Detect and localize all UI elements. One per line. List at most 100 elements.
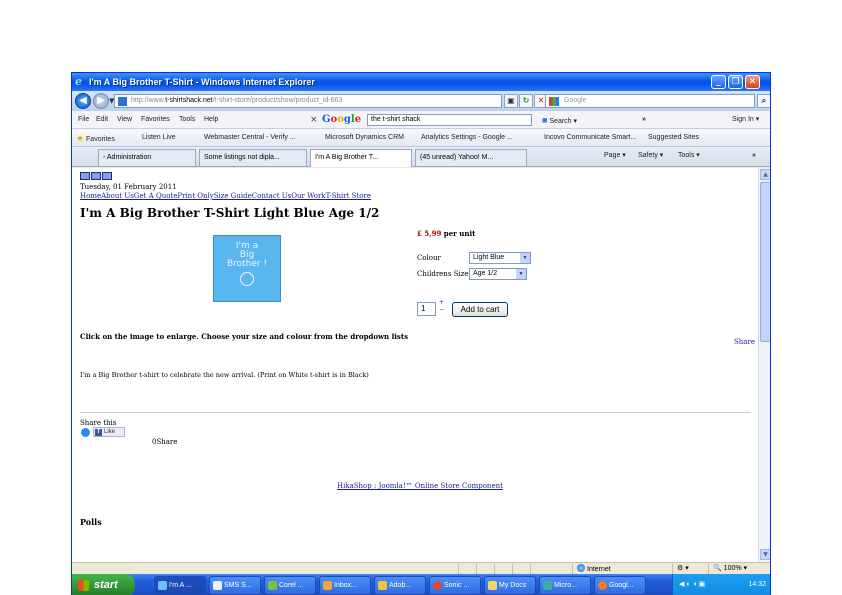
close-button[interactable]: ✕ <box>745 75 760 89</box>
favorite-listen-live[interactable]: Listen Live <box>142 129 175 147</box>
url-field[interactable]: http://www.t-shirtshack.net/t-shirt-stor… <box>114 94 502 108</box>
internet-globe-icon <box>577 564 585 572</box>
google-search-button[interactable]: ■ Search ▾ <box>542 111 577 131</box>
search-icon[interactable]: ⌕ <box>757 94 770 108</box>
nav-contact-us[interactable]: Contact Us <box>252 192 292 200</box>
text-size-large-icon[interactable] <box>102 172 112 180</box>
search-input[interactable]: Google <box>545 94 755 108</box>
url-scheme: http://www. <box>131 97 166 104</box>
title-bar[interactable]: e I'm A Big Brother T-Shirt - Windows In… <box>72 73 770 91</box>
taskbar-item-label: Micro... <box>554 582 577 589</box>
decrement-icon[interactable]: − <box>439 306 444 313</box>
nav-our-work[interactable]: Our Work <box>291 192 325 200</box>
google-toolbar-close-icon[interactable]: × <box>310 113 318 127</box>
inbox-icon <box>323 581 332 590</box>
nav-print-only[interactable]: Print Only <box>177 192 213 200</box>
nav-t-shirt-store[interactable]: T-Shirt Store <box>326 192 371 200</box>
back-button[interactable]: ◀ <box>75 93 91 109</box>
zoom-control[interactable]: 🔍 100% ▾ <box>708 564 770 574</box>
favorite-incovo[interactable]: Incovo Communicate Smart... <box>544 129 636 147</box>
menu-edit[interactable]: Edit <box>96 111 108 129</box>
favorite-dynamics-crm[interactable]: Microsoft Dynamics CRM <box>325 129 404 147</box>
sign-in-button[interactable]: Sign In ▾ <box>732 111 759 129</box>
taskbar-item-google[interactable]: Googl... <box>594 576 646 595</box>
menu-view[interactable]: View <box>117 111 132 129</box>
menu-bar: File Edit View Favorites Tools Help × Go… <box>72 111 770 129</box>
tab-big-brother[interactable]: I'm A Big Brother T... <box>310 149 412 167</box>
taskbar-item-sms[interactable]: SMS S... <box>209 576 261 595</box>
menu-tools[interactable]: Tools <box>179 111 195 129</box>
tab-bar: - Administration Some listings not dipla… <box>72 147 770 167</box>
command-page[interactable]: Page ▾ <box>604 147 626 165</box>
minimize-button[interactable]: _ <box>711 75 726 89</box>
search-placeholder: Google <box>564 97 587 104</box>
taskbar-item-ie[interactable]: I'm A ... <box>154 576 206 595</box>
command-overflow-icon[interactable]: » <box>752 147 756 165</box>
refresh-icon[interactable]: ↻ <box>519 94 533 108</box>
taskbar-item-label: SMS S... <box>224 582 252 589</box>
nav-size-guide[interactable]: Size Guide <box>214 192 252 200</box>
command-safety-label: Safety <box>638 152 658 159</box>
taskbar-item-sonic[interactable]: Sonic ... <box>429 576 481 595</box>
tab-yahoo-mail[interactable]: (45 unread) Yahoo! M... <box>415 149 527 166</box>
command-safety[interactable]: Safety ▾ <box>638 147 663 165</box>
quantity-input[interactable]: 1 <box>417 302 436 316</box>
start-button[interactable]: start <box>72 574 135 595</box>
taskbar-item-my-docs[interactable]: My Docs <box>484 576 536 595</box>
divider <box>80 412 751 413</box>
status-segment <box>530 564 570 574</box>
favorite-webmaster-central[interactable]: Webmaster Central - Verify ... <box>204 129 296 147</box>
clock: 14:32 <box>748 581 766 588</box>
favorites-star-icon: ★ <box>76 133 85 143</box>
increment-icon[interactable]: + <box>439 299 444 306</box>
command-tools[interactable]: Tools ▾ <box>678 147 700 165</box>
add-to-cart-button[interactable]: Add to cart <box>452 302 508 317</box>
polls-heading: Polls <box>80 517 102 527</box>
size-select[interactable]: Age 1/2 ▼ <box>469 268 527 280</box>
taskbar-item-inbox[interactable]: Inbox... <box>319 576 371 595</box>
site-nav: HomeAbout UsGet A QuotePrint OnlySize Gu… <box>80 192 371 200</box>
nav-get-a-quote[interactable]: Get A Quote <box>134 192 177 200</box>
page-content: Tuesday, 01 February 2011 HomeAbout UsGe… <box>72 168 758 562</box>
favorite-analytics-settings[interactable]: Analytics Settings - Google ... <box>421 129 513 147</box>
menu-help[interactable]: Help <box>204 111 218 129</box>
menu-favorites[interactable]: Favorites <box>141 111 170 129</box>
google-toolbar-input[interactable]: the t-shirt shack <box>367 114 532 126</box>
facebook-like-button[interactable]: f Like <box>93 427 125 437</box>
quantity-stepper[interactable]: + − <box>439 299 444 320</box>
system-tray: ◀ ◐ ◑ ▣ 14:32 <box>672 574 770 595</box>
nav-about-us[interactable]: About Us <box>101 192 134 200</box>
text-size-small-icon[interactable] <box>80 172 90 180</box>
colour-select[interactable]: Light Blue ▼ <box>469 252 531 264</box>
share-count: 0Share <box>152 438 178 446</box>
taskbar-item-micro[interactable]: Micro... <box>539 576 591 595</box>
compatibility-view-icon[interactable]: ▣ <box>504 94 518 108</box>
product-title: I'm A Big Brother T-Shirt Light Blue Age… <box>80 206 380 220</box>
taskbar-item-adobe[interactable]: Adob... <box>374 576 426 595</box>
text-size-medium-icon[interactable] <box>91 172 101 180</box>
toolbar-overflow-icon[interactable]: » <box>642 111 646 129</box>
favorites-button[interactable]: ★ Favorites <box>76 129 115 149</box>
nav-home[interactable]: Home <box>80 192 101 200</box>
text-size-icons[interactable] <box>80 172 113 182</box>
sharethis-icon[interactable] <box>81 428 90 437</box>
scroll-down-icon[interactable]: ▼ <box>760 549 770 560</box>
protected-mode-icon[interactable]: ⚙ ▾ <box>672 564 708 574</box>
product-image[interactable]: I'm a Big Brother ! ˙ ˙ <box>213 235 281 302</box>
windows-flag-icon <box>78 580 89 591</box>
product-image-text-line-3: Brother ! <box>226 259 268 269</box>
tab-administration[interactable]: - Administration <box>98 149 196 166</box>
forward-button[interactable]: ▶ <box>93 93 109 109</box>
sonic-icon <box>433 581 442 590</box>
menu-file[interactable]: File <box>78 111 89 129</box>
share-link[interactable]: Share <box>734 338 755 346</box>
hikashop-footer-link[interactable]: HikaShop : Joomla!™ Online Store Compone… <box>337 482 503 490</box>
maximize-button[interactable]: ❐ <box>728 75 743 89</box>
tray-icons[interactable]: ◀ ◐ ◑ ▣ <box>679 581 705 588</box>
scroll-thumb[interactable] <box>760 182 770 342</box>
favorite-suggested-sites[interactable]: Suggested Sites <box>648 129 699 147</box>
taskbar-item-corel[interactable]: Corel ... <box>264 576 316 595</box>
vertical-scrollbar[interactable]: ▲ ▼ <box>758 168 770 562</box>
tab-listings[interactable]: Some listings not dipla... <box>199 149 307 166</box>
scroll-up-icon[interactable]: ▲ <box>760 169 770 180</box>
